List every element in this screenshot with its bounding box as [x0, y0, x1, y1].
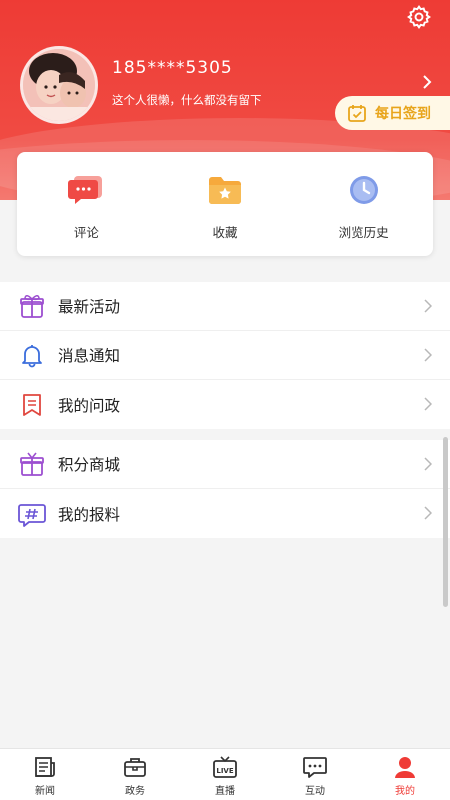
menu-item-my-reports[interactable]: 我的报料 — [0, 489, 450, 538]
menu-group-2: 积分商城 我的报料 — [0, 440, 450, 538]
calendar-check-icon — [348, 105, 366, 122]
menu-item-notifications[interactable]: 消息通知 — [0, 331, 450, 380]
gift-icon — [18, 292, 46, 320]
comment-icon — [68, 176, 103, 204]
tab-label: 新闻 — [35, 786, 55, 797]
newspaper-icon — [35, 757, 55, 777]
quick-action-favorite[interactable]: 收藏 — [156, 152, 295, 256]
user-icon — [395, 757, 415, 778]
menu-group-1: 最新活动 消息通知 我的问政 — [0, 282, 450, 429]
tab-live[interactable]: LIVE 直播 — [180, 749, 270, 800]
menu-item-label: 我的问政 — [58, 396, 121, 415]
live-badge: LIVE — [216, 767, 233, 775]
chevron-right-icon — [424, 348, 432, 362]
bell-icon — [18, 341, 46, 369]
user-bio: 这个人很懒，什么都没有留下 — [112, 93, 262, 107]
username: 185****5305 — [112, 58, 233, 78]
menu-item-latest-activity[interactable]: 最新活动 — [0, 282, 450, 331]
scrollbar[interactable] — [443, 437, 448, 607]
quick-action-label: 收藏 — [212, 225, 238, 240]
avatar-photo — [23, 49, 95, 121]
chevron-right-icon — [424, 397, 432, 411]
tab-label: 我的 — [395, 786, 415, 797]
tab-label: 互动 — [305, 786, 325, 797]
avatar[interactable] — [20, 46, 98, 124]
hashtag-icon — [18, 500, 46, 528]
chevron-right-icon[interactable] — [420, 72, 434, 92]
tab-government[interactable]: 政务 — [90, 749, 180, 800]
signin-label: 每日签到 — [375, 106, 431, 122]
chat-icon — [303, 757, 327, 778]
briefcase-icon — [124, 758, 146, 777]
menu-item-label: 积分商城 — [58, 456, 121, 474]
tab-interaction[interactable]: 互动 — [270, 749, 360, 800]
chevron-right-icon — [424, 506, 432, 520]
quick-actions-card: 评论 收藏 浏览历史 — [17, 152, 433, 256]
quick-action-history[interactable]: 浏览历史 — [294, 152, 433, 256]
tab-news[interactable]: 新闻 — [0, 749, 90, 800]
menu-item-label: 最新活动 — [58, 298, 121, 316]
history-clock-icon — [349, 176, 378, 204]
menu-item-my-inquiries[interactable]: 我的问政 — [0, 380, 450, 429]
bookmark-icon — [18, 391, 46, 419]
menu-item-points-mall[interactable]: 积分商城 — [0, 440, 450, 489]
tab-label: 政务 — [125, 786, 145, 797]
gift-box-icon — [18, 450, 46, 478]
chevron-right-icon — [424, 457, 432, 471]
quick-action-label: 评论 — [73, 225, 99, 240]
quick-action-label: 浏览历史 — [338, 225, 389, 240]
menu-item-label: 我的报料 — [58, 505, 121, 524]
bottom-tab-bar: 新闻 政务 LIVE 直播 互动 我的 — [0, 748, 450, 800]
live-tv-icon: LIVE — [213, 756, 237, 778]
daily-signin-button[interactable]: 每日签到 — [335, 96, 450, 130]
tab-label: 直播 — [215, 786, 235, 797]
menu-item-label: 消息通知 — [58, 347, 121, 365]
quick-action-comment[interactable]: 评论 — [17, 152, 156, 256]
tab-mine[interactable]: 我的 — [360, 749, 450, 800]
favorite-folder-icon — [209, 177, 241, 204]
chevron-right-icon — [424, 299, 432, 313]
settings-gear-icon[interactable] — [406, 4, 432, 30]
